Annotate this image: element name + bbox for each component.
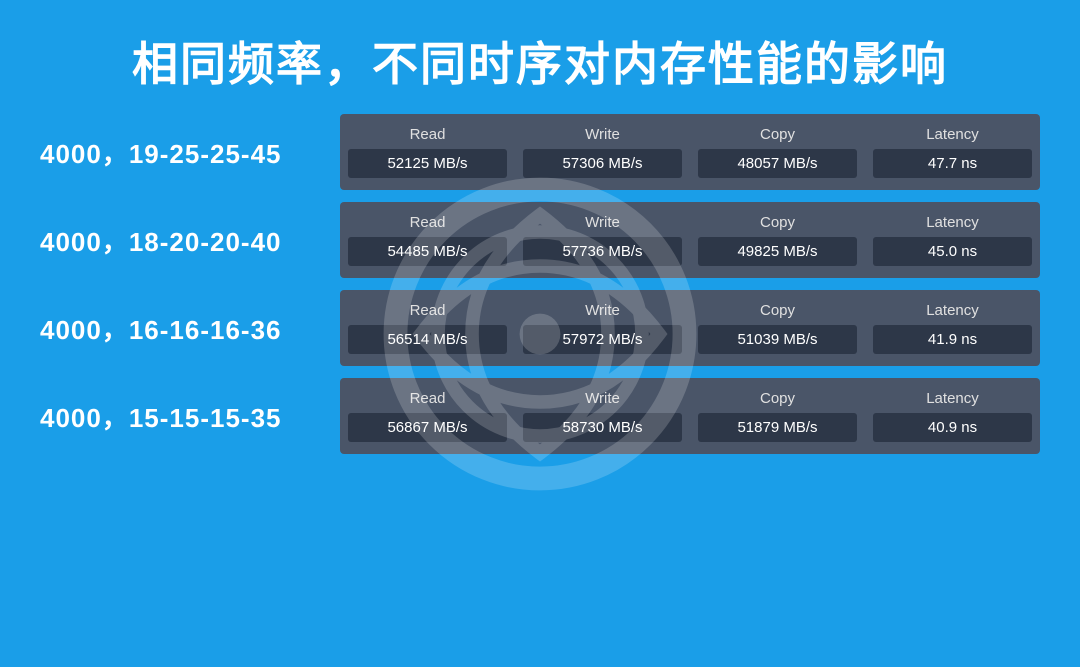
benchmark-row: 4000，19-25-25-45 Read 52125 MB/s Write 57306…: [40, 114, 1040, 190]
bench-value-2-1: 57972 MB/s: [523, 325, 682, 354]
bench-col-1-3: Latency 45.0 ns: [865, 210, 1040, 270]
bench-col-2-3: Latency 41.9 ns: [865, 298, 1040, 358]
bench-header-0-1: Write: [585, 126, 620, 143]
benchmark-row: 4000，16-16-16-36 Read 56514 MB/s Write 57972…: [40, 290, 1040, 366]
bench-header-2-1: Write: [585, 302, 620, 319]
bench-header-1-1: Write: [585, 214, 620, 231]
bench-header-2-0: Read: [410, 302, 446, 319]
bench-col-1-0: Read 54485 MB/s: [340, 210, 515, 270]
row-label-3: 4000，15-15-15-35: [40, 398, 320, 435]
bench-value-1-2: 49825 MB/s: [698, 237, 857, 266]
page-title: 相同频率，不同时序对内存性能的影响: [0, 0, 1080, 114]
row-label-0: 4000，19-25-25-45: [40, 134, 320, 171]
bench-col-0-2: Copy 48057 MB/s: [690, 122, 865, 182]
bench-col-0-3: Latency 47.7 ns: [865, 122, 1040, 182]
bench-value-2-2: 51039 MB/s: [698, 325, 857, 354]
row-label-1: 4000，18-20-20-40: [40, 222, 320, 259]
bench-value-3-2: 51879 MB/s: [698, 413, 857, 442]
bench-header-1-0: Read: [410, 214, 446, 231]
bench-header-0-3: Latency: [926, 126, 979, 143]
bench-value-3-1: 58730 MB/s: [523, 413, 682, 442]
bench-header-3-3: Latency: [926, 390, 979, 407]
bench-value-1-3: 45.0 ns: [873, 237, 1032, 266]
bench-card-3: Read 56867 MB/s Write 58730 MB/s Copy 51879 M…: [340, 378, 1040, 454]
bench-value-3-0: 56867 MB/s: [348, 413, 507, 442]
bench-header-3-0: Read: [410, 390, 446, 407]
bench-value-0-0: 52125 MB/s: [348, 149, 507, 178]
bench-value-0-1: 57306 MB/s: [523, 149, 682, 178]
bench-col-3-0: Read 56867 MB/s: [340, 386, 515, 446]
bench-header-0-0: Read: [410, 126, 446, 143]
bench-card-0: Read 52125 MB/s Write 57306 MB/s Copy 48057 M…: [340, 114, 1040, 190]
bench-header-2-2: Copy: [760, 302, 795, 319]
bench-col-3-1: Write 58730 MB/s: [515, 386, 690, 446]
bench-value-1-1: 57736 MB/s: [523, 237, 682, 266]
bench-card-2: Read 56514 MB/s Write 57972 MB/s Copy 51039 M…: [340, 290, 1040, 366]
benchmark-row: 4000，18-20-20-40 Read 54485 MB/s Write 57736…: [40, 202, 1040, 278]
bench-card-1: Read 54485 MB/s Write 57736 MB/s Copy 49825 M…: [340, 202, 1040, 278]
content-area: 4000，19-25-25-45 Read 52125 MB/s Write 57306…: [0, 114, 1080, 454]
bench-header-1-3: Latency: [926, 214, 979, 231]
bench-value-1-0: 54485 MB/s: [348, 237, 507, 266]
bench-col-1-1: Write 57736 MB/s: [515, 210, 690, 270]
bench-header-3-1: Write: [585, 390, 620, 407]
bench-header-3-2: Copy: [760, 390, 795, 407]
bench-value-3-3: 40.9 ns: [873, 413, 1032, 442]
bench-header-0-2: Copy: [760, 126, 795, 143]
bench-value-2-0: 56514 MB/s: [348, 325, 507, 354]
bench-header-2-3: Latency: [926, 302, 979, 319]
row-label-2: 4000，16-16-16-36: [40, 310, 320, 347]
bench-header-1-2: Copy: [760, 214, 795, 231]
bench-col-3-2: Copy 51879 MB/s: [690, 386, 865, 446]
benchmark-row: 4000，15-15-15-35 Read 56867 MB/s Write 58730…: [40, 378, 1040, 454]
bench-col-1-2: Copy 49825 MB/s: [690, 210, 865, 270]
bench-col-3-3: Latency 40.9 ns: [865, 386, 1040, 446]
bench-col-2-0: Read 56514 MB/s: [340, 298, 515, 358]
bench-value-0-3: 47.7 ns: [873, 149, 1032, 178]
bench-value-2-3: 41.9 ns: [873, 325, 1032, 354]
bench-col-2-1: Write 57972 MB/s: [515, 298, 690, 358]
bench-col-0-0: Read 52125 MB/s: [340, 122, 515, 182]
bench-col-2-2: Copy 51039 MB/s: [690, 298, 865, 358]
bench-col-0-1: Write 57306 MB/s: [515, 122, 690, 182]
bench-value-0-2: 48057 MB/s: [698, 149, 857, 178]
